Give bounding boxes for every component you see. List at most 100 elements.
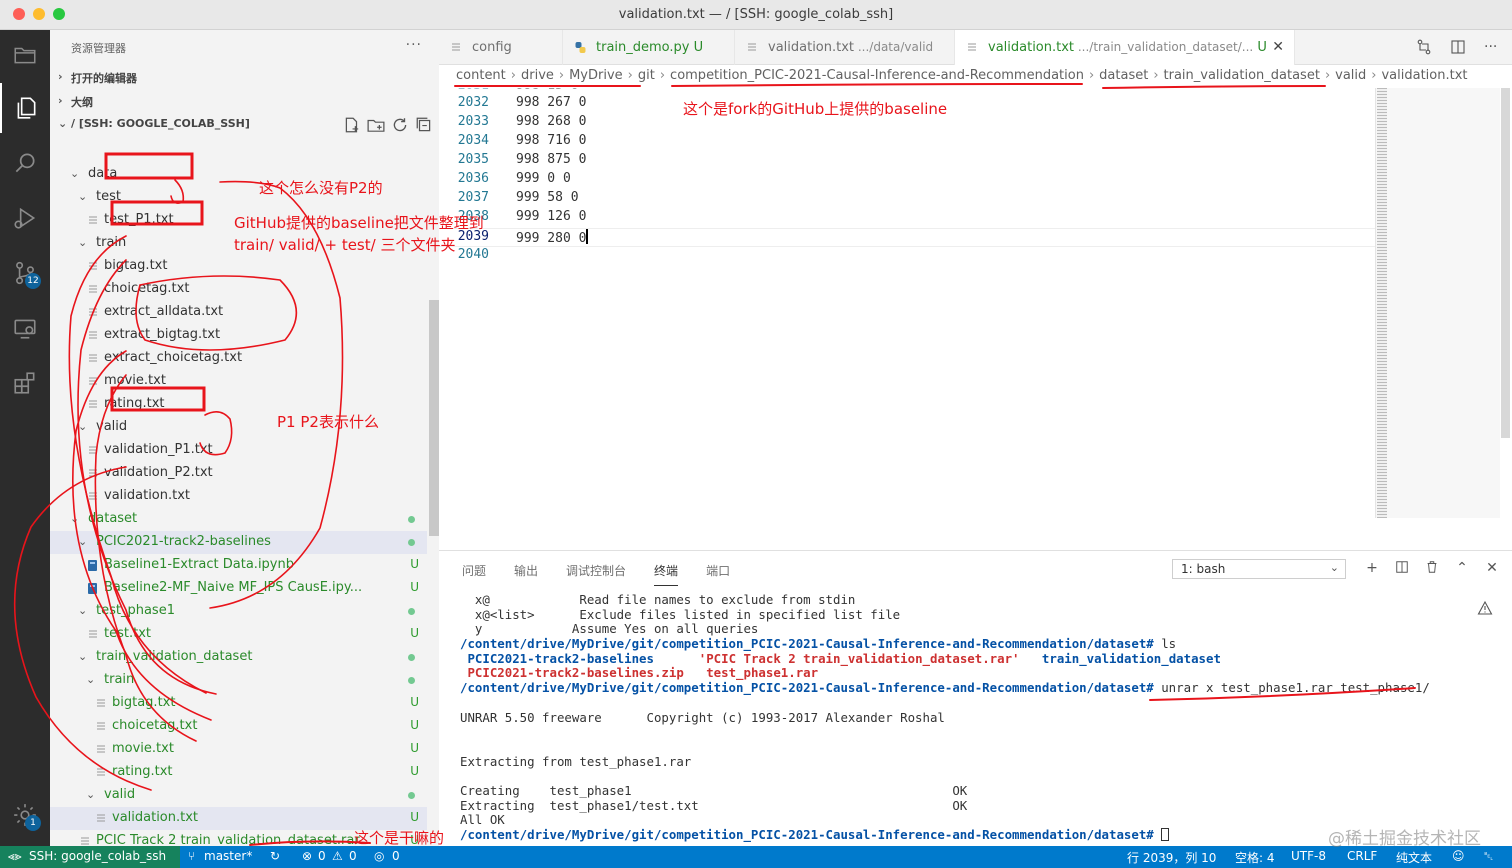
tree-folder[interactable]: ⌄ valid [50,784,427,807]
outline-section[interactable]: › 大纲 [50,91,439,113]
line-number: 2032 [457,95,489,110]
text-editor[interactable]: 2031998 15 0 2032998 267 02033998 268 02… [439,88,1375,548]
tree-file[interactable]: extract_choicetag.txt [50,347,427,370]
encoding[interactable]: UTF-8 [1291,849,1326,863]
extensions-icon[interactable] [0,358,50,408]
source-control-icon[interactable]: 12 [0,248,50,298]
language-mode[interactable]: 纯文本 [1396,849,1432,866]
settings-badge: 1 [25,815,41,831]
warning-count[interactable]: 0 [349,849,357,863]
tree-file[interactable]: Baseline1-Extract Data.ipynb U [50,554,427,577]
kill-terminal-icon[interactable] [1424,560,1440,576]
ports-count[interactable]: 0 [392,849,400,863]
tree-file[interactable]: validation_P2.txt [50,462,427,485]
remote-explorer-icon[interactable] [0,303,50,353]
editor-tab[interactable]: config [439,30,563,65]
tree-folder[interactable]: ⌄ train [50,669,427,692]
breadcrumb-item[interactable]: competition_PCIC-2021-Causal-Inference-a… [670,68,1084,83]
terminal-line: PCIC2021-track2-baselines 'PCIC Track 2 … [460,650,1470,667]
panel-tab[interactable]: 问题 [462,562,486,586]
tree-file[interactable]: test.txt U [50,623,427,646]
tree-file[interactable]: bigtag.txt U [50,692,427,715]
terminal-text: Extracting from test_phase1.rar [460,753,692,769]
run-debug-icon[interactable] [0,193,50,243]
editor-tab[interactable]: validation.txt .../data/valid [735,30,955,65]
more-actions-icon[interactable]: ··· [1484,39,1500,55]
tree-item-label: extract_choicetag.txt [104,350,243,365]
breadcrumb-item[interactable]: valid [1335,68,1366,83]
sync-icon[interactable]: ↻ [270,849,280,863]
tree-file[interactable]: validation.txt [50,485,427,508]
close-tab-icon[interactable]: ✕ [1272,39,1284,55]
tree-file[interactable]: movie.txt [50,370,427,393]
tree-item-label: train_validation_dataset [96,649,253,664]
search-icon[interactable] [0,138,50,188]
refresh-icon[interactable] [391,116,409,134]
breadcrumb-item[interactable]: drive [521,68,554,83]
tree-file[interactable]: extract_alldata.txt [50,301,427,324]
terminal-text: PCIC2021-track2-baselines [460,650,654,666]
sidebar-scrollbar[interactable] [429,300,439,536]
editor-tab[interactable]: train_demo.py U [563,30,735,65]
chevron-right-icon: › [58,70,63,83]
tree-file[interactable]: choicetag.txt U [50,715,427,738]
workspace-root-section[interactable]: ⌄ / [SSH: GOOGLE_COLAB_SSH] [50,114,439,136]
tree-file[interactable]: Baseline2-MF_Naive MF_IPS CausE.ipy... U [50,577,427,600]
split-editor-icon[interactable] [1450,39,1466,55]
close-panel-icon[interactable]: ✕ [1484,560,1500,576]
tree-file[interactable]: extract_bigtag.txt [50,324,427,347]
open-changes-icon[interactable] [1416,39,1432,55]
line-text: 998 268 0 [516,114,587,129]
breadcrumb-item[interactable]: git [638,68,655,83]
new-folder-icon[interactable] [367,116,385,134]
settings-gear-icon[interactable]: 1 [0,790,50,840]
tree-file[interactable]: rating.txt U [50,761,427,784]
tree-folder[interactable]: ⌄ dataset [50,508,427,531]
panel-tab[interactable]: 终端 [654,562,679,586]
collapse-all-icon[interactable] [415,116,433,134]
breadcrumb-item[interactable]: train_validation_dataset [1164,68,1320,83]
chevron-right-icon: › [558,68,565,83]
tree-file[interactable]: validation_P1.txt [50,439,427,462]
notebook-icon [88,560,98,571]
panel-tab[interactable]: 调试控制台 [566,562,626,586]
cursor-position[interactable]: 行 2039，列 10 [1127,849,1216,866]
tree-folder[interactable]: ⌄ test_phase1 [50,600,427,623]
tree-folder[interactable]: ⌄ PCIC2021-track2-baselines [50,531,427,554]
explorer-sidebar: 资源管理器 ··· › 打开的编辑器 › 大纲 ⌄ / [SSH: GOOGLE… [50,30,439,846]
editor-tab[interactable]: validation.txt .../train_validation_data… [955,30,1295,65]
tree-item-label: extract_bigtag.txt [104,327,221,342]
terminal-output[interactable]: x@ Read file names to exclude from stdin… [460,592,1470,843]
minimap[interactable] [1375,88,1500,518]
breadcrumb-item[interactable]: validation.txt [1381,68,1467,83]
tree-file[interactable]: choicetag.txt [50,278,427,301]
breadcrumb-item[interactable]: content [456,68,506,83]
notifications-icon[interactable]: ␇ [1484,849,1494,864]
branch-label[interactable]: master* [204,849,252,863]
tree-folder[interactable]: ⌄ train_validation_dataset [50,646,427,669]
indentation[interactable]: 空格: 4 [1235,849,1275,866]
feedback-icon[interactable]: ☺ [1452,849,1465,863]
new-terminal-icon[interactable]: + [1364,560,1380,576]
explorer-icon[interactable] [0,83,50,133]
open-editors-section[interactable]: › 打开的编辑器 [50,67,439,89]
panel-tab[interactable]: 端口 [706,562,730,586]
workspace-root-label: / [SSH: GOOGLE_COLAB_SSH] [71,117,250,130]
warning-icon[interactable] [1477,600,1493,616]
editor-line: 2036 999 0 0 [439,171,1375,190]
line-ending[interactable]: CRLF [1347,849,1377,863]
remote-indicator[interactable]: ⪡⪢ SSH: google_colab_ssh [0,846,180,868]
split-terminal-icon[interactable] [1394,560,1410,576]
tree-file[interactable]: movie.txt U [50,738,427,761]
maximize-panel-icon[interactable]: ⌃ [1454,560,1470,576]
error-count[interactable]: 0 [318,849,326,863]
terminal-select[interactable]: 1: bash ⌄ [1172,559,1346,579]
new-file-icon[interactable] [343,116,361,134]
breadcrumb-item[interactable]: dataset [1099,68,1148,83]
files-icon[interactable] [0,30,50,80]
breadcrumb-item[interactable]: MyDrive [569,68,623,83]
editor-scrollbar[interactable] [1501,88,1510,438]
explorer-more-button[interactable]: ··· [406,37,422,53]
tree-file[interactable]: bigtag.txt [50,255,427,278]
panel-tab[interactable]: 输出 [514,562,538,586]
